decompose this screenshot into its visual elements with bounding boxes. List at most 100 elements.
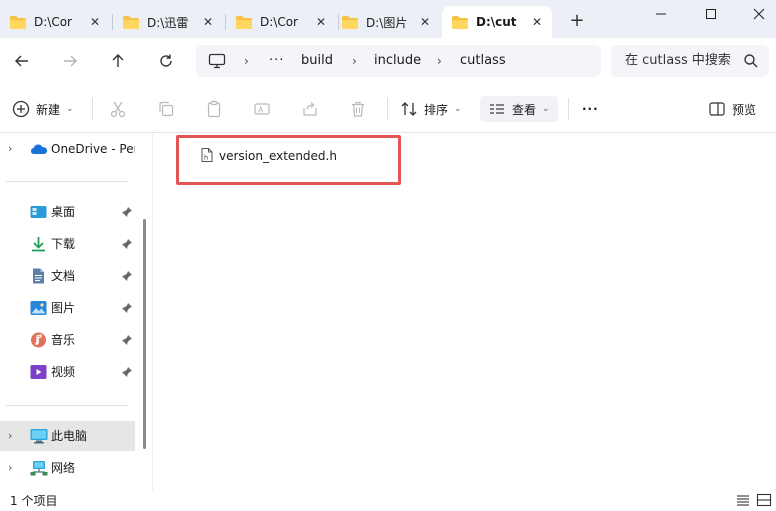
maximize-button[interactable]	[688, 0, 734, 28]
pin-icon[interactable]	[121, 206, 133, 218]
divider	[6, 405, 128, 406]
minimize-button[interactable]	[638, 0, 684, 28]
preview-pane-button[interactable]: 预览	[708, 96, 756, 122]
tiles-view-button[interactable]	[756, 493, 772, 507]
sort-button-label: 排序	[424, 102, 449, 117]
rename-icon: A	[254, 103, 270, 115]
chevron-right-icon[interactable]: ›	[8, 142, 12, 155]
close-window-button[interactable]	[736, 0, 776, 28]
paste-button[interactable]	[205, 96, 223, 122]
pin-icon[interactable]	[121, 270, 133, 282]
preview-pane-label: 预览	[732, 102, 757, 117]
pin-icon[interactable]	[121, 366, 133, 378]
folder-icon	[452, 15, 468, 29]
sidebar-item-this-pc[interactable]: › 此电脑	[0, 421, 135, 451]
videos-icon	[30, 364, 47, 380]
sidebar-item-downloads[interactable]: 下载	[0, 229, 135, 259]
search-input[interactable]: 在 cutlass 中搜索	[611, 45, 769, 77]
tab-2[interactable]: D:\迅雷 ✕	[113, 6, 223, 38]
more-options-button[interactable]: ···	[582, 96, 599, 122]
close-icon	[753, 8, 765, 20]
folder-icon	[342, 15, 358, 29]
close-icon[interactable]: ✕	[530, 15, 544, 29]
new-button[interactable]: 新建 ⌄	[12, 96, 74, 122]
pictures-icon	[30, 300, 47, 316]
file-list[interactable]: h version_extended.h	[153, 134, 776, 490]
tab-1[interactable]: D:\Cor ✕	[0, 6, 110, 38]
breadcrumb-cutlass[interactable]: cutlass	[460, 45, 506, 77]
document-icon	[30, 268, 47, 284]
sidebar-item-documents[interactable]: 文档	[0, 261, 135, 291]
tab-3[interactable]: D:\Cor ✕	[226, 6, 336, 38]
cut-button[interactable]	[109, 96, 127, 122]
new-button-label: 新建	[36, 102, 61, 117]
scissors-icon	[110, 101, 126, 118]
up-button[interactable]	[104, 48, 132, 74]
list-item[interactable]: h version_extended.h	[201, 146, 337, 166]
network-icon	[30, 460, 48, 476]
share-button[interactable]	[301, 96, 319, 122]
close-icon[interactable]: ✕	[201, 15, 215, 29]
tab-5-active[interactable]: D:\cut ✕	[442, 6, 552, 38]
chevron-right-icon[interactable]: ›	[437, 45, 442, 77]
header-file-icon: h	[201, 147, 213, 165]
sidebar-item-pictures[interactable]: 图片	[0, 293, 135, 323]
breadcrumb-build[interactable]: build	[301, 45, 333, 77]
clipboard-icon	[207, 100, 221, 118]
arrow-left-icon	[15, 55, 28, 67]
close-icon[interactable]: ✕	[88, 15, 102, 29]
search-icon[interactable]	[743, 53, 759, 69]
new-tab-button[interactable]: +	[566, 10, 588, 32]
maximize-icon	[706, 9, 716, 19]
refresh-button[interactable]	[152, 48, 180, 74]
details-view-button[interactable]	[735, 493, 751, 507]
preview-pane-icon	[709, 102, 725, 116]
copy-button[interactable]	[157, 96, 175, 122]
delete-button[interactable]	[349, 96, 367, 122]
sidebar-item-videos[interactable]: 视频	[0, 357, 135, 387]
svg-text:h: h	[204, 153, 208, 161]
pin-icon[interactable]	[121, 334, 133, 346]
folder-icon	[236, 15, 252, 29]
computer-icon[interactable]	[208, 53, 226, 72]
close-icon[interactable]: ✕	[418, 15, 432, 29]
pin-icon[interactable]	[121, 302, 133, 314]
forward-button[interactable]	[56, 48, 84, 74]
pin-icon[interactable]	[121, 238, 133, 250]
copy-icon	[159, 101, 174, 117]
plus-circle-icon	[12, 100, 30, 118]
back-button[interactable]	[8, 48, 36, 74]
chevron-right-icon[interactable]: ›	[244, 45, 249, 77]
file-name: version_extended.h	[219, 149, 337, 163]
chevron-right-icon[interactable]: ›	[8, 429, 12, 442]
sidebar-item-onedrive[interactable]: › OneDrive - Personal	[0, 134, 135, 164]
rename-button[interactable]: A	[253, 96, 271, 122]
search-placeholder: 在 cutlass 中搜索	[625, 53, 731, 68]
sidebar-item-music[interactable]: 音乐	[0, 325, 135, 355]
view-button[interactable]: 查看 ⌄	[480, 96, 558, 122]
toolbar-divider	[92, 98, 93, 120]
address-overflow-button[interactable]: ···	[269, 45, 284, 77]
tab-4-label: D:\图片	[366, 15, 408, 30]
address-bar[interactable]: › ··· build › include › cutlass	[196, 45, 601, 77]
chevron-right-icon[interactable]: ›	[352, 45, 357, 77]
close-icon[interactable]: ✕	[314, 15, 328, 29]
navigation-pane: › OneDrive - Personal 桌面 下载 文档	[0, 134, 152, 490]
chevron-right-icon[interactable]: ›	[8, 461, 12, 474]
view-button-label: 查看	[512, 102, 537, 117]
sidebar-item-desktop[interactable]: 桌面	[0, 197, 135, 227]
sidebar-item-label: 此电脑	[51, 429, 88, 443]
cloud-icon	[30, 141, 47, 157]
details-view-icon	[737, 495, 749, 506]
sidebar-item-network[interactable]: › 网络	[0, 453, 135, 483]
sort-button[interactable]: 排序 ⌄	[400, 96, 462, 122]
sidebar-scrollbar[interactable]	[143, 219, 146, 449]
tab-4[interactable]: D:\图片 ✕	[332, 6, 440, 38]
tab-5-label: D:\cut	[476, 15, 517, 29]
divider	[6, 181, 128, 182]
breadcrumb-include[interactable]: include	[374, 45, 421, 77]
tab-1-label: D:\Cor	[34, 15, 72, 29]
desktop-icon	[30, 204, 47, 220]
tab-2-label: D:\迅雷	[147, 15, 189, 30]
chevron-down-icon: ⌄	[66, 104, 74, 114]
